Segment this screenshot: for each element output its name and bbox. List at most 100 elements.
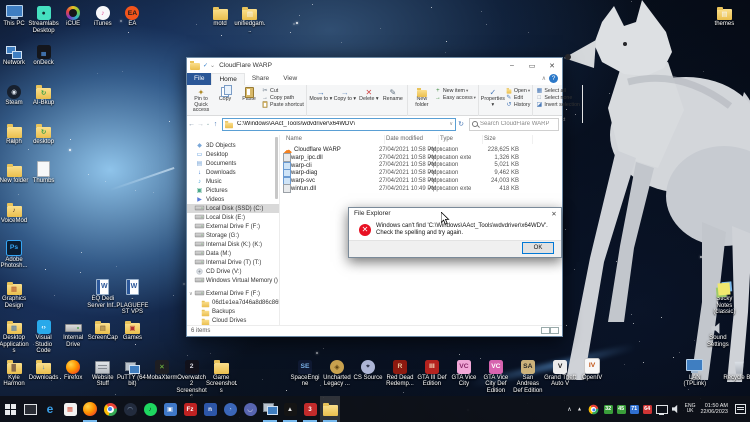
- file-row-wintun-dll[interactable]: wintun.dll27/04/2021 10:49 PMApplication…: [280, 185, 562, 193]
- desktop-icon-itunes[interactable]: ♪iTunes: [87, 3, 119, 28]
- desktop-icon-sticky-notes-classic[interactable]: Sticky Notes (classic): [708, 278, 740, 316]
- back-icon[interactable]: ←: [187, 121, 196, 128]
- address-bar[interactable]: C:\Windows\AAct_Tools\wdvdriver\x64WDV\ …: [222, 118, 456, 131]
- taskbar-triangle-app-icon[interactable]: ▲: [280, 396, 300, 422]
- desktop-icon-voicemod[interactable]: ♪VoiceMod: [0, 200, 30, 225]
- nav-item-music[interactable]: ♪Music: [187, 177, 279, 186]
- desktop-icon-ai-bkup[interactable]: ↻AI-Bkup: [28, 82, 60, 107]
- desktop-icon-new-folder[interactable]: New folder: [0, 160, 30, 185]
- taskbar-start-icon[interactable]: [0, 396, 20, 422]
- select-none-button[interactable]: □Select none: [535, 94, 580, 101]
- taskbar-blue-sphere-app-icon[interactable]: ◔: [220, 396, 240, 422]
- desktop-icon-website-stuff[interactable]: Website Stuff: [87, 357, 119, 388]
- easy-access-button[interactable]: →Easy access▾: [434, 94, 476, 101]
- volume-icon[interactable]: [670, 396, 683, 422]
- desktop-icon-desktop-applications[interactable]: ▦Desktop Applications: [0, 317, 30, 355]
- tray-badge-71[interactable]: 71: [628, 396, 641, 422]
- desktop-icon-ea[interactable]: EAEA: [116, 3, 148, 28]
- desktop-icon-uncharted-legacy[interactable]: ◈Uncharted Legacy ...: [321, 357, 353, 388]
- desktop-icon-thumbs[interactable]: Thumbs: [28, 160, 60, 185]
- nav-item-pictures[interactable]: ▣Pictures: [187, 186, 279, 195]
- cut-button[interactable]: ✂Cut: [261, 87, 304, 94]
- taskbar-file-explorer-icon[interactable]: [320, 396, 340, 422]
- taskbar-firefox-icon[interactable]: [80, 396, 100, 422]
- pin-to-quick-access-button[interactable]: ✦Pin to Quick access: [189, 86, 213, 116]
- tray-chevron-icon[interactable]: ∧: [565, 396, 573, 422]
- desktop-icon-themes[interactable]: ▤themes: [708, 3, 740, 28]
- tab-file[interactable]: File: [187, 73, 211, 85]
- desktop-icon-network[interactable]: Network: [0, 42, 30, 67]
- details-view-icon[interactable]: [541, 327, 550, 334]
- history-button[interactable]: ↺History: [505, 101, 530, 108]
- tab-home[interactable]: Home: [211, 73, 244, 85]
- desktop-icon-plaguefest-vps[interactable]: -PLAGUEFEST VPS: [116, 278, 148, 316]
- properties-button[interactable]: ✓Properties ▾: [481, 86, 505, 116]
- column-header-name[interactable]: Name: [284, 135, 385, 144]
- file-row-warp-cli[interactable]: warp-cli27/04/2021 10:58 PMApplication5,…: [280, 162, 562, 170]
- nav-item-cloud-drives[interactable]: Cloud Drives: [187, 316, 279, 325]
- taskbar-filezilla-icon[interactable]: Fz: [180, 396, 200, 422]
- taskbar-spotify-icon[interactable]: ♪: [140, 396, 160, 422]
- desktop-icon-visual-studio-code[interactable]: ‹›Visual Studio Code: [28, 317, 60, 355]
- nav-item-windows-virtual-memory[interactable]: Windows Virtual Memory (): [187, 276, 279, 285]
- desktop-icon-putty-64-bit[interactable]: PuTTY (64-bit): [116, 357, 148, 388]
- taskbar-chrome-icon[interactable]: [100, 396, 120, 422]
- desktop-icon-ondeck[interactable]: ▄onDeck: [28, 42, 60, 67]
- close-button[interactable]: ✕: [542, 58, 562, 73]
- desktop-icon-streamlabs-desktop[interactable]: ●Streamlabs Desktop: [28, 3, 60, 34]
- paste-button[interactable]: Paste: [237, 86, 261, 116]
- ribbon-collapse-icon[interactable]: ∧: [542, 75, 546, 82]
- open-button[interactable]: Open▾: [505, 87, 530, 94]
- qat-check-icon[interactable]: ✓: [203, 62, 208, 69]
- maximize-button[interactable]: ▭: [522, 58, 542, 73]
- desktop-icon-overwatch-2-screenshots[interactable]: 2Overwatch 2 Screenshots: [176, 357, 208, 401]
- desktop-icon-grand-theft-auto-v[interactable]: VGrand Theft Auto V: [544, 357, 576, 388]
- desktop-icon-cs-source[interactable]: ⌖CS Source: [352, 357, 384, 382]
- desktop-icon-gta-iii-def-edition[interactable]: IIIGTA III Def Edition: [416, 357, 448, 388]
- desktop-icon-screencap[interactable]: ▤ScreenCap: [87, 317, 119, 342]
- desktop-icon-ralph[interactable]: Ralph: [0, 121, 30, 146]
- file-row-warp-ipc-dll[interactable]: warp_ipc.dll27/04/2021 10:58 PMApplicati…: [280, 154, 562, 162]
- desktop-icon-gta-vice-city-def-edition[interactable]: VCGTA Vice City Def Edition: [480, 357, 512, 395]
- edit-button[interactable]: ✎Edit: [505, 94, 530, 101]
- tray-chrome-icon[interactable]: [585, 396, 602, 422]
- language-indicator[interactable]: ENGUK: [683, 396, 698, 422]
- column-header-size[interactable]: Size: [482, 135, 533, 144]
- column-header-date-modified[interactable]: Date modified: [384, 135, 439, 144]
- select-all-button[interactable]: ▦Select all: [535, 87, 580, 94]
- nav-item-3d-objects[interactable]: ◆3D Objects: [187, 141, 279, 150]
- nav-item-desktop[interactable]: ▭Desktop: [187, 150, 279, 159]
- tab-share[interactable]: Share: [245, 73, 276, 85]
- desktop-icon-unifiedgam[interactable]: ▤unifiedgam...: [234, 3, 266, 34]
- desktop-icon-steam[interactable]: ◉Steam: [0, 82, 30, 107]
- network-icon[interactable]: [654, 396, 670, 422]
- qat-dropdown-icon[interactable]: ⌄: [210, 62, 215, 69]
- taskbar-spaceengine-icon[interactable]: ◠: [120, 396, 140, 422]
- refresh-icon[interactable]: ↻: [456, 120, 466, 128]
- desktop-icon-sound-settings[interactable]: Sound Settings: [702, 317, 734, 348]
- move-to-button[interactable]: →Move to ▾: [309, 86, 333, 116]
- desktop-icon-gta-vice-city[interactable]: VCGTA Vice City: [448, 357, 480, 388]
- desktop-icon-this-pc[interactable]: This PC: [0, 3, 30, 28]
- desktop-icon-red-dead-redemp[interactable]: RRed Dead Redemp...: [384, 357, 416, 388]
- ok-button[interactable]: OK: [522, 242, 554, 254]
- tray-triangle-icon[interactable]: ▲: [574, 396, 585, 422]
- desktop-icon-eq-dedi-server-inf[interactable]: EQ Dedi Server Inf...: [87, 278, 119, 309]
- taskbar-discord-icon[interactable]: ◡: [240, 396, 260, 422]
- desktop-icon-game-screenshots[interactable]: Game Screenshots: [205, 357, 237, 395]
- nav-item-documents[interactable]: ▤Documents: [187, 159, 279, 168]
- desktop-icon-games[interactable]: ▣Games: [116, 317, 148, 342]
- rename-button[interactable]: ✎Rename: [381, 86, 405, 116]
- taskbar-n-app-icon[interactable]: n: [200, 396, 220, 422]
- new-item-button[interactable]: +New item▾: [434, 87, 476, 94]
- dialog-close-icon[interactable]: ✕: [547, 210, 561, 218]
- taskbar-edge-icon[interactable]: e: [40, 396, 60, 422]
- desktop-icon-mobaxterm[interactable]: ✕MobaXterm: [146, 357, 178, 382]
- up-icon[interactable]: ↑: [211, 121, 220, 128]
- desktop-icon-graphics-design[interactable]: ▦Graphics Design: [0, 278, 30, 309]
- delete-button[interactable]: ✕Delete ▾: [357, 86, 381, 116]
- tray-badge-64[interactable]: 64: [641, 396, 654, 422]
- new-folder-button[interactable]: New folder: [410, 86, 434, 116]
- action-center-icon[interactable]: [735, 404, 746, 414]
- desktop-icon-icue[interactable]: iCUE: [57, 3, 89, 28]
